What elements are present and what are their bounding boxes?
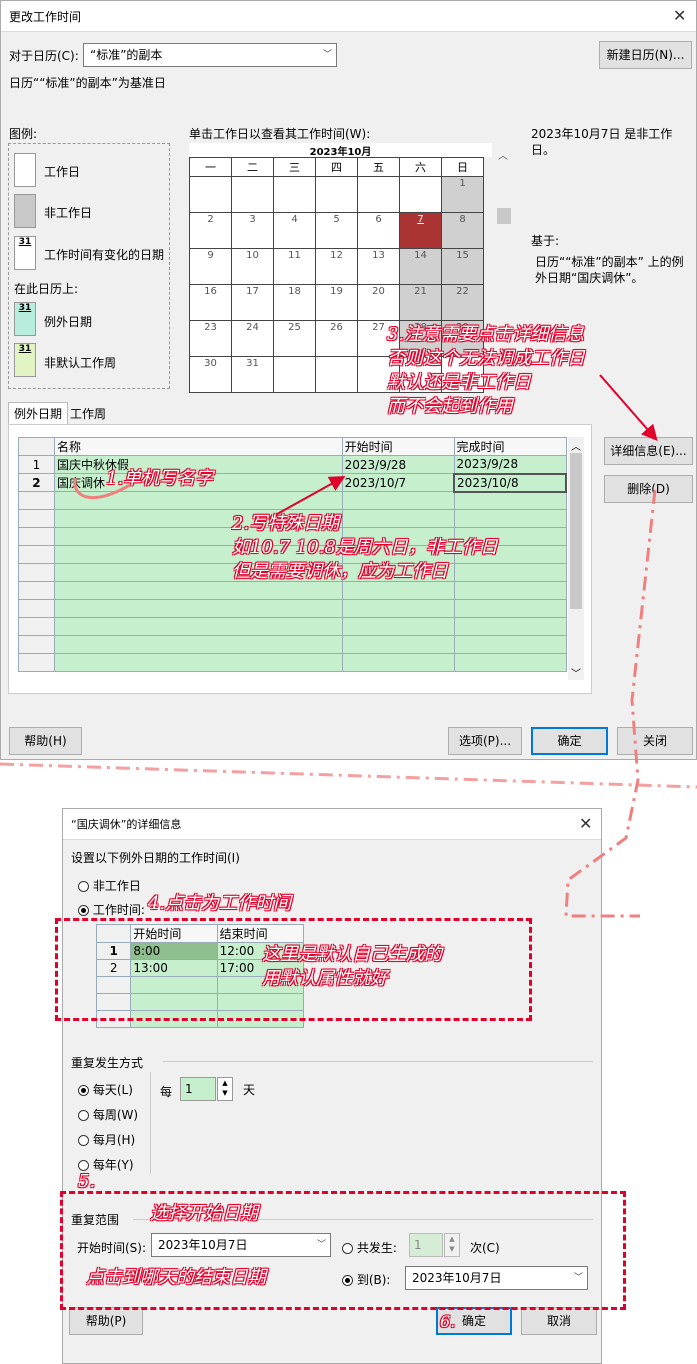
annotation-1: 1.单机写名字 (106, 468, 214, 489)
annotation-2-line2: 如10.7 10.8是周六日，非工作日 (232, 537, 498, 558)
annotation-5-end: 点击到哪天的结束日期 (86, 1267, 266, 1288)
annotation-default-2: 用默认属性就好 (262, 968, 388, 989)
annotation-2-line1: 2.写特殊日期 (232, 513, 340, 534)
annotation-3-line4: 而不会起到作用 (387, 396, 513, 417)
annotation-connector-line (564, 489, 657, 918)
annotation-3-line1: 3.注意需要点击详细信息 (387, 324, 585, 345)
annotation-3-line2: 否则这个无法调成工作日 (387, 348, 585, 369)
annotation-3-line3: 默认还是非工作日 (387, 372, 531, 393)
annotation-4: 4.点击为工作时间 (148, 893, 292, 914)
annotation-5: 5. (78, 1171, 96, 1192)
annotation-arrow-details (599, 374, 658, 442)
annotation-default-1: 这里是默认自己生成的 (262, 944, 442, 965)
annotation-arrow-dates (269, 476, 346, 519)
annotation-2-line3: 但是需要调休，应为工作日 (232, 561, 448, 582)
annotation-box-range (60, 1191, 626, 1310)
annotation-arrows (0, 374, 697, 918)
annotation-5-start: 选择开始日期 (150, 1203, 258, 1224)
annotation-divider-line (0, 762, 697, 789)
annotation-6: 6. (440, 1312, 456, 1331)
